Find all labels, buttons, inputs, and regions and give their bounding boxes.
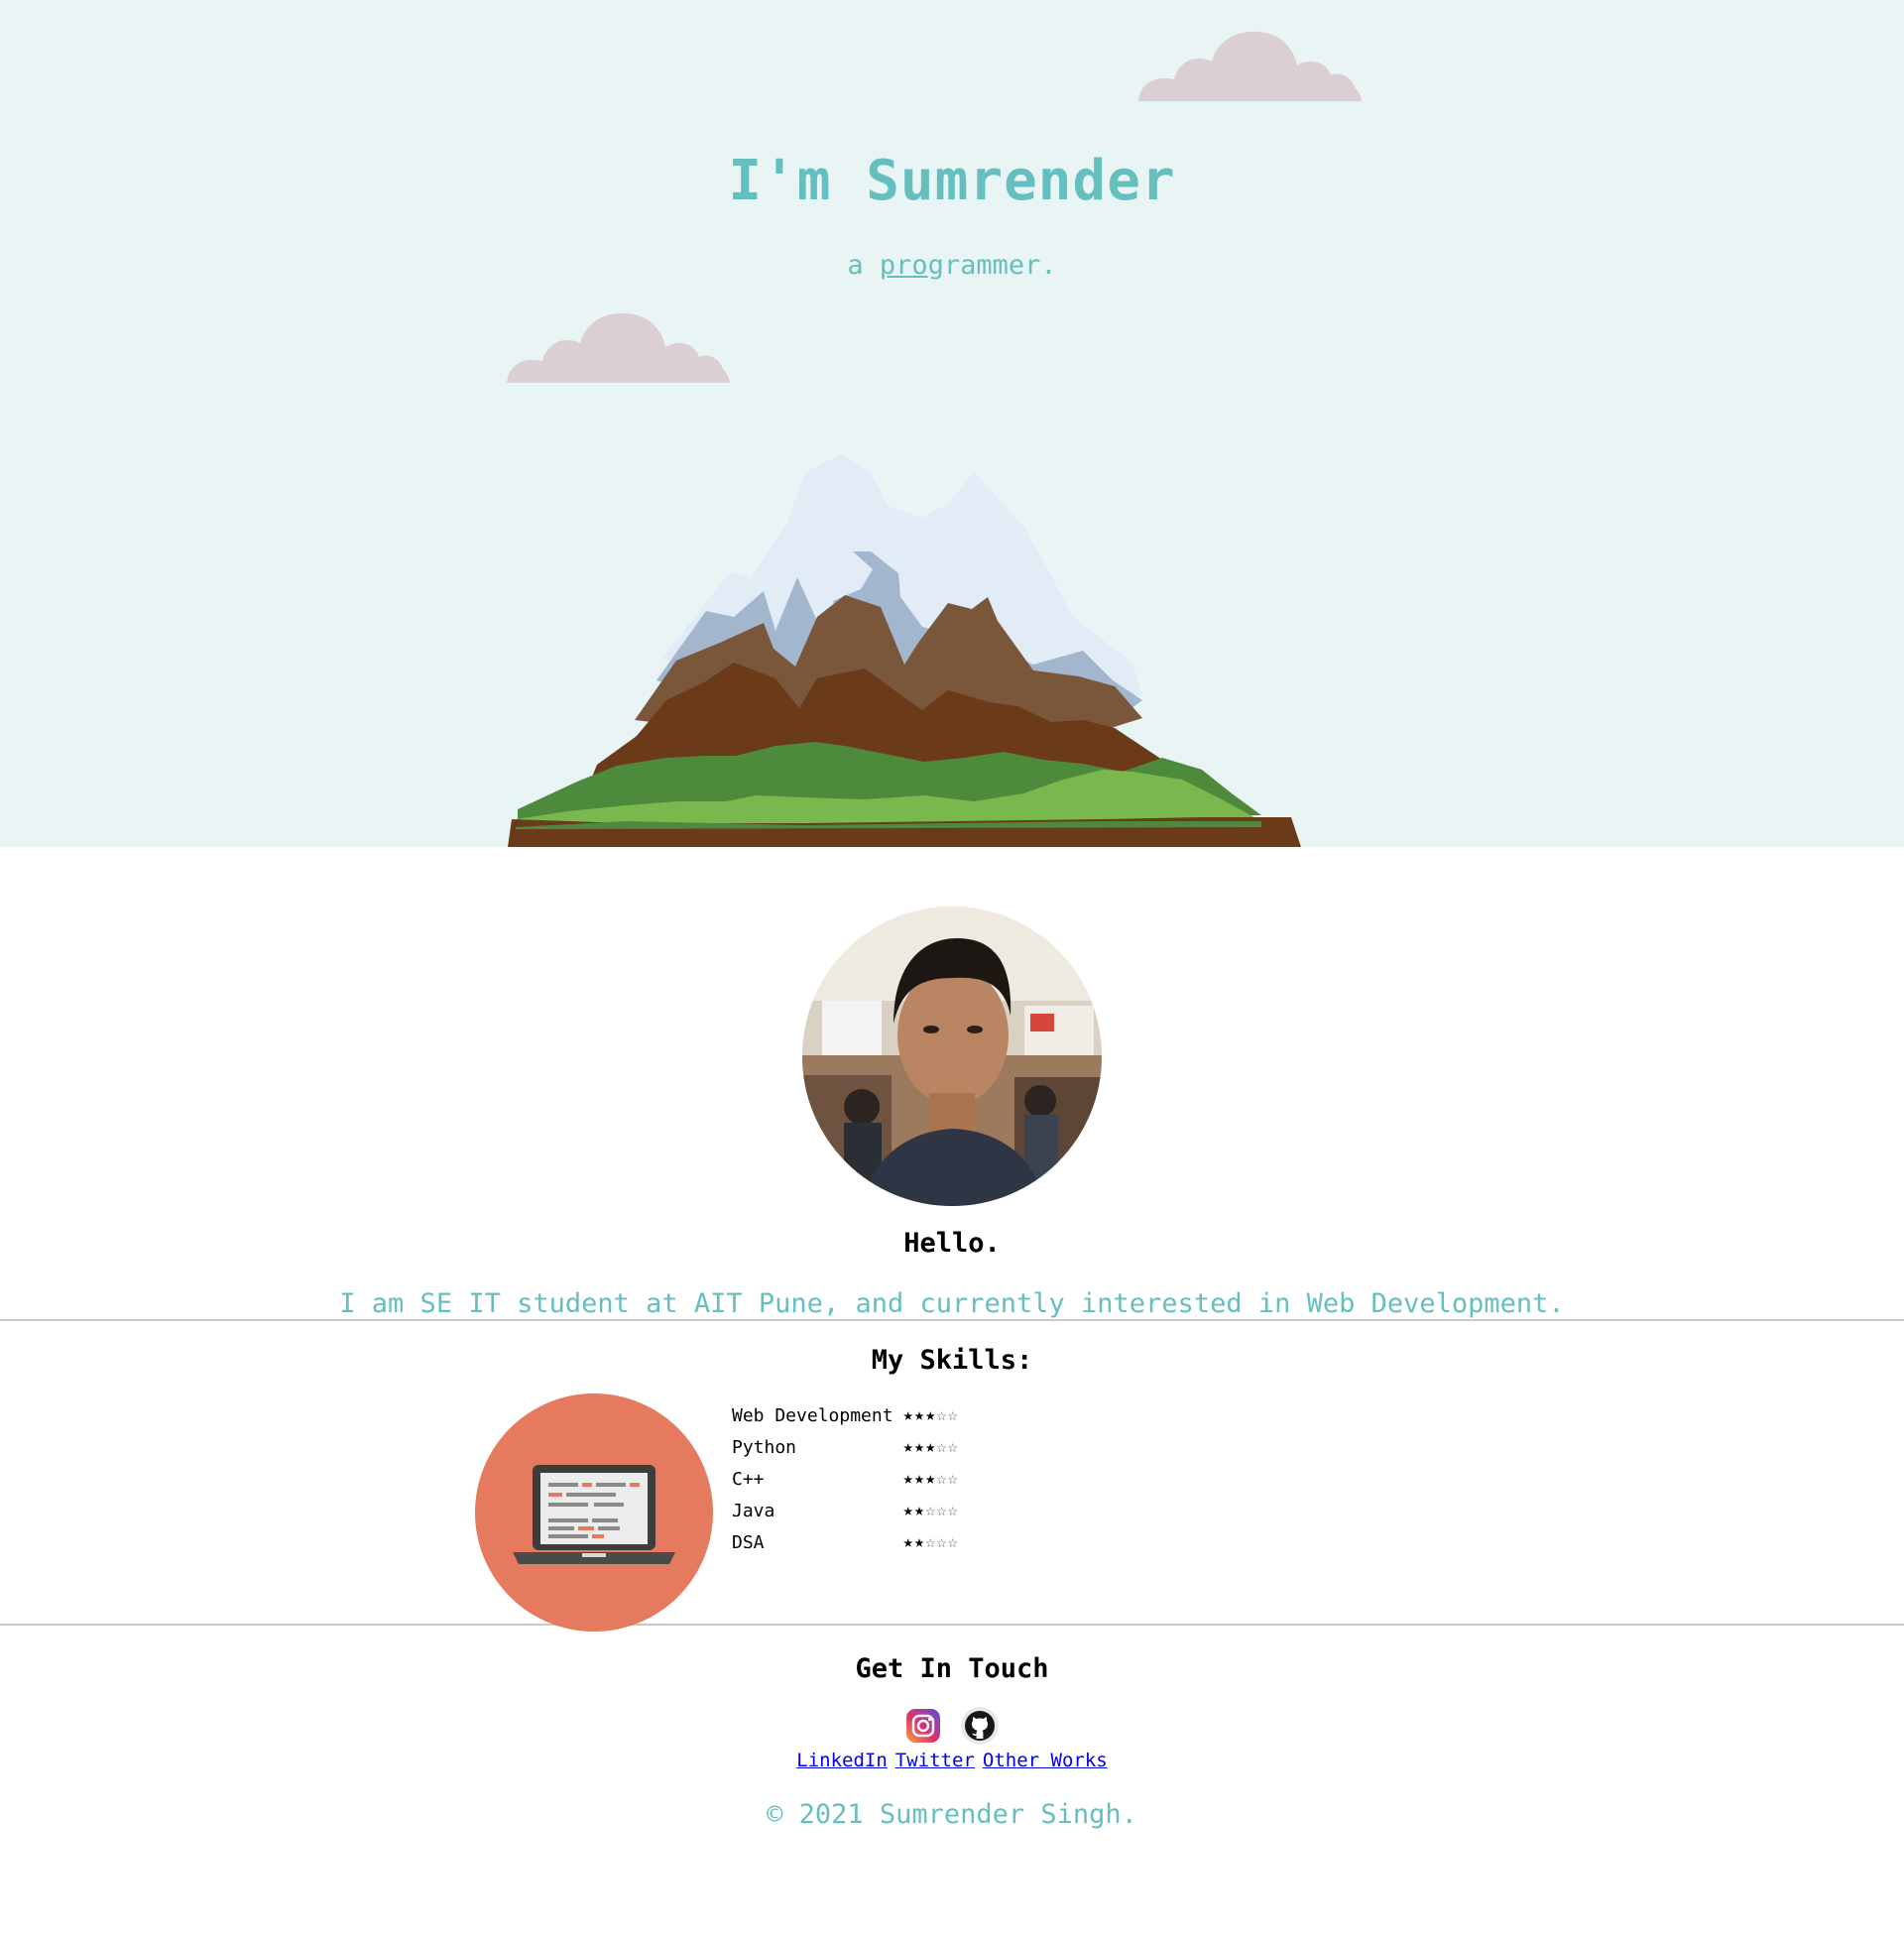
contact-links: LinkedIn Twitter Other Works <box>0 1750 1904 1771</box>
laptop-icon <box>475 1393 713 1632</box>
star-filled-icon: ★ <box>902 1405 914 1425</box>
skill-name: C++ <box>732 1468 765 1490</box>
divider <box>0 1624 1904 1626</box>
about-section: Hello. I am SE IT student at AIT Pune, a… <box>0 907 1904 1319</box>
github-icon[interactable] <box>960 1706 1000 1750</box>
hero-subtitle: a programmer. <box>0 250 1904 281</box>
contact-heading: Get In Touch <box>855 1653 1049 1684</box>
star-filled-icon: ★ <box>913 1405 926 1425</box>
star-empty-icon: ☆ <box>947 1532 959 1552</box>
star-filled-icon: ★ <box>902 1437 914 1457</box>
skill-row: C++ ★★★☆☆ <box>730 1463 967 1495</box>
star-empty-icon: ☆ <box>925 1501 937 1520</box>
instagram-icon[interactable] <box>904 1707 942 1749</box>
skill-name: Java <box>732 1500 775 1521</box>
star-empty-icon: ☆ <box>947 1469 959 1489</box>
star-filled-icon: ★ <box>902 1469 914 1489</box>
mountain-illustration <box>508 454 1301 847</box>
bio-text: I am SE IT student at AIT Pune, and curr… <box>339 1288 1565 1319</box>
skill-rating: ★★☆☆☆ <box>901 1495 967 1526</box>
star-filled-icon: ★ <box>902 1501 914 1520</box>
skill-row: Java ★★☆☆☆ <box>730 1495 967 1526</box>
star-filled-icon: ★ <box>913 1532 926 1552</box>
profile-photo <box>802 907 1102 1206</box>
skill-rating: ★★★☆☆ <box>901 1399 967 1431</box>
star-filled-icon: ★ <box>925 1437 937 1457</box>
skills-table: Web Development ★★★☆☆ Python ★★★☆☆ C++ ★★★☆☆ J… <box>730 1399 967 1558</box>
linkedin-link[interactable]: LinkedIn <box>796 1750 888 1771</box>
star-empty-icon: ☆ <box>936 1532 948 1552</box>
divider <box>0 1319 1904 1321</box>
skill-name: Python <box>732 1436 797 1458</box>
skills-heading: My Skills: <box>871 1345 1033 1376</box>
star-empty-icon: ☆ <box>936 1501 948 1520</box>
star-empty-icon: ☆ <box>936 1437 948 1457</box>
greeting-heading: Hello. <box>903 1228 1001 1259</box>
social-icons <box>0 1706 1904 1748</box>
twitter-link[interactable]: Twitter <box>895 1750 975 1771</box>
hero-section: I'm Sumrender a programmer. <box>0 0 1904 847</box>
contact-section: Get In Touch LinkedIn Twitter Other Work… <box>0 1653 1904 1830</box>
star-filled-icon: ★ <box>913 1501 926 1520</box>
star-filled-icon: ★ <box>925 1405 937 1425</box>
skill-rating: ★★★☆☆ <box>901 1431 967 1463</box>
star-empty-icon: ☆ <box>936 1469 948 1489</box>
star-empty-icon: ☆ <box>936 1405 948 1425</box>
skill-row: Python ★★★☆☆ <box>730 1431 967 1463</box>
hero-title: I'm Sumrender <box>728 149 1176 213</box>
star-empty-icon: ☆ <box>947 1405 959 1425</box>
skill-row: DSA ★★☆☆☆ <box>730 1526 967 1558</box>
star-empty-icon: ☆ <box>947 1501 959 1520</box>
skill-row: Web Development ★★★☆☆ <box>730 1399 967 1431</box>
skill-name: Web Development <box>732 1404 893 1426</box>
star-empty-icon: ☆ <box>947 1437 959 1457</box>
skills-section: My Skills: Web Development ★★★☆☆ Python … <box>0 1345 1904 1632</box>
subtitle-rest: grammer. <box>927 250 1057 281</box>
star-filled-icon: ★ <box>902 1532 914 1552</box>
skill-name: DSA <box>732 1531 765 1553</box>
star-filled-icon: ★ <box>925 1469 937 1489</box>
skill-rating: ★★☆☆☆ <box>901 1526 967 1558</box>
cloud-image <box>507 312 730 383</box>
subtitle-prefix: a <box>847 250 864 281</box>
other-works-link[interactable]: Other Works <box>983 1750 1108 1771</box>
star-empty-icon: ☆ <box>925 1532 937 1552</box>
star-filled-icon: ★ <box>913 1437 926 1457</box>
subtitle-link[interactable]: pro <box>880 250 928 281</box>
skill-rating: ★★★☆☆ <box>901 1463 967 1495</box>
star-filled-icon: ★ <box>913 1469 926 1489</box>
cloud-image <box>1138 31 1362 101</box>
copyright-text: © 2021 Sumrender Singh. <box>767 1799 1137 1830</box>
